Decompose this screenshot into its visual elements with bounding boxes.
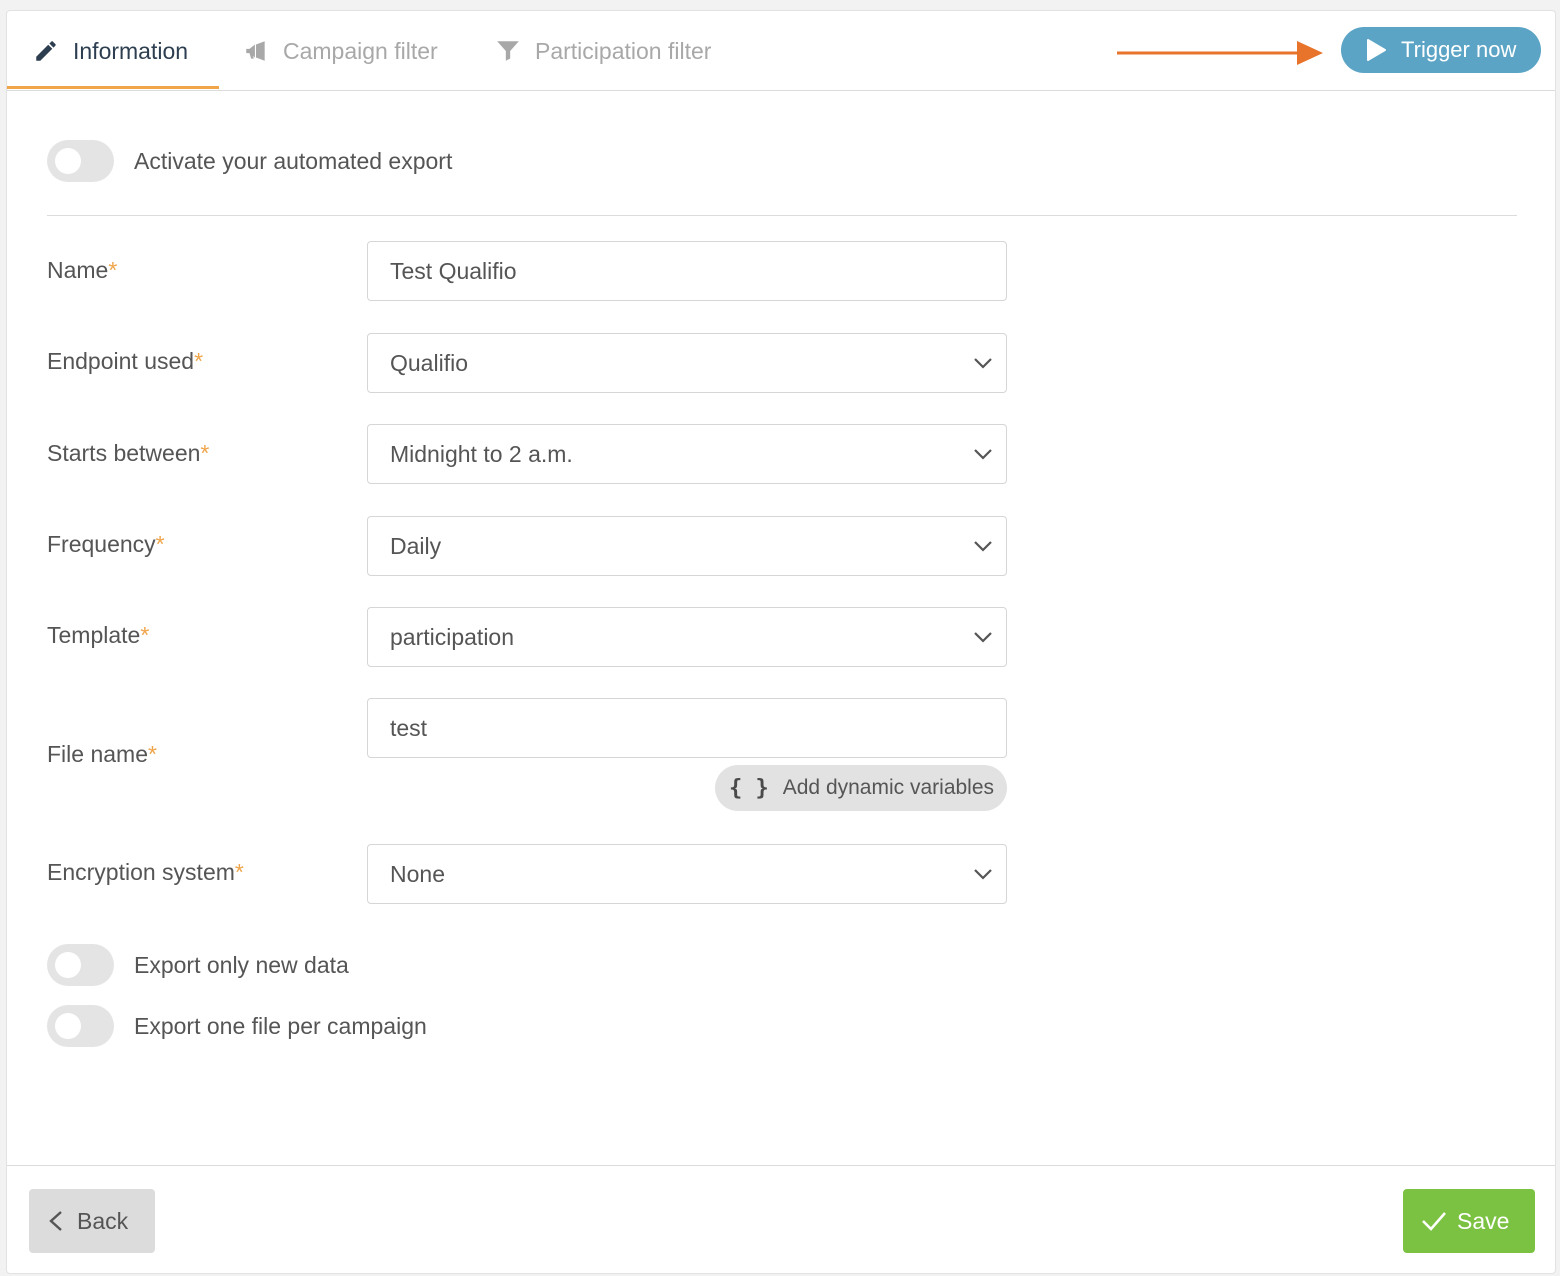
megaphone-icon [246, 41, 265, 61]
export-one-file-label: Export one file per campaign [134, 1012, 427, 1039]
check-icon [1422, 1212, 1446, 1231]
tab-participation-filter[interactable]: Participation filter [495, 11, 711, 91]
toggle-knob [55, 1013, 81, 1039]
chevron-down-icon [974, 632, 992, 643]
file-name-input[interactable] [390, 714, 976, 742]
arrow-annotation [1117, 41, 1323, 65]
chevron-left-icon [49, 1211, 62, 1231]
footer-divider [7, 1165, 1555, 1166]
export-one-file-toggle[interactable] [47, 1005, 114, 1047]
tab-information[interactable]: Information [33, 11, 188, 91]
chevron-down-icon [974, 869, 992, 880]
add-dynamic-variables-label: Add dynamic variables [782, 776, 995, 799]
braces-icon: { } [729, 775, 769, 801]
export-only-new-toggle[interactable] [47, 944, 114, 986]
automated-export-panel: Information Campaign filter Participatio… [6, 10, 1556, 1274]
section-divider [47, 215, 1517, 216]
frequency-select[interactable]: Daily [367, 516, 1007, 576]
trigger-now-label: Trigger now [1401, 37, 1517, 62]
save-label: Save [1457, 1207, 1510, 1234]
funnel-icon [497, 41, 519, 61]
template-value: participation [390, 623, 515, 650]
endpoint-value: Qualifio [390, 349, 468, 376]
name-field[interactable] [367, 241, 1007, 301]
endpoint-label: Endpoint used* [47, 348, 204, 374]
play-icon [1367, 39, 1386, 61]
toggle-knob [55, 148, 81, 174]
export-one-file-row: Export one file per campaign [47, 1005, 427, 1047]
frequency-label: Frequency* [47, 531, 165, 557]
tab-participation-filter-label: Participation filter [535, 37, 712, 64]
tab-campaign-filter-label: Campaign filter [283, 37, 438, 64]
file-name-label: File name* [47, 741, 157, 767]
export-only-new-label: Export only new data [134, 951, 349, 978]
tab-campaign-filter[interactable]: Campaign filter [243, 11, 438, 91]
activate-export-toggle[interactable] [47, 140, 114, 182]
chevron-down-icon [974, 358, 992, 369]
chevron-down-icon [974, 449, 992, 460]
tab-bar: Information Campaign filter Participatio… [7, 11, 1555, 91]
activate-export-row: Activate your automated export [47, 140, 452, 182]
activate-export-label: Activate your automated export [134, 147, 453, 174]
starts-between-value: Midnight to 2 a.m. [390, 440, 573, 467]
chevron-down-icon [974, 541, 992, 552]
encryption-select[interactable]: None [367, 844, 1007, 904]
file-name-field[interactable] [367, 698, 1007, 758]
pencil-icon [36, 41, 56, 61]
active-tab-indicator [7, 86, 219, 89]
tab-information-label: Information [73, 37, 189, 64]
back-label: Back [77, 1207, 129, 1234]
name-input[interactable] [390, 257, 976, 285]
trigger-now-button[interactable]: Trigger now [1341, 27, 1541, 73]
template-label: Template* [47, 622, 150, 648]
add-dynamic-variables-button[interactable]: { } Add dynamic variables [715, 765, 1007, 811]
starts-between-select[interactable]: Midnight to 2 a.m. [367, 424, 1007, 484]
export-only-new-row: Export only new data [47, 944, 349, 986]
encryption-label: Encryption system* [47, 859, 244, 885]
starts-between-label: Starts between* [47, 440, 210, 466]
save-button[interactable]: Save [1403, 1189, 1535, 1253]
back-button[interactable]: Back [29, 1189, 155, 1253]
frequency-value: Daily [390, 532, 442, 559]
endpoint-select[interactable]: Qualifio [367, 333, 1007, 393]
encryption-value: None [390, 860, 445, 887]
template-select[interactable]: participation [367, 607, 1007, 667]
toggle-knob [55, 952, 81, 978]
name-label: Name* [47, 257, 118, 283]
